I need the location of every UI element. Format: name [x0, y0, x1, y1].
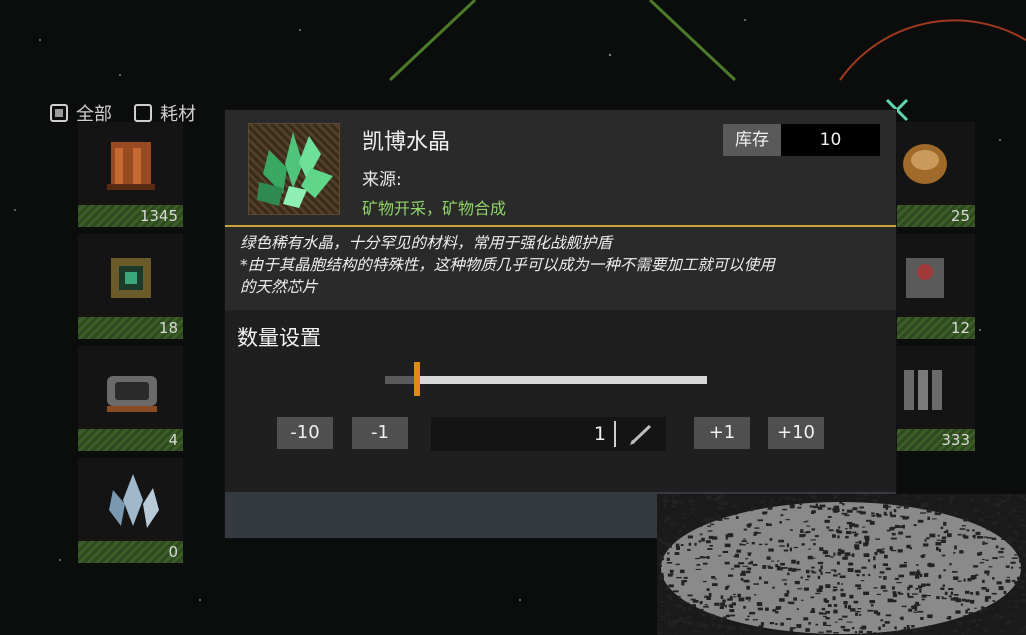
- inventory-slot[interactable]: 1345: [78, 122, 183, 227]
- stock-label: 库存: [723, 124, 781, 156]
- copper-ingot-icon: [107, 142, 155, 190]
- description-line: *由于其晶胞结构的特殊性，这种物质几乎可以成为一种不需要加工就可以使用: [240, 256, 775, 274]
- minus-1-button[interactable]: -1: [352, 417, 408, 449]
- minus-10-button[interactable]: -10: [277, 417, 333, 449]
- item-header: 凯博水晶 来源: 矿物开采，矿物合成 库存 10: [225, 110, 896, 227]
- item-count: 333: [895, 429, 975, 451]
- green-crystal-icon: [257, 132, 333, 208]
- metal-rods-icon: [904, 370, 942, 410]
- item-count: 4: [78, 429, 183, 451]
- inventory-slot[interactable]: 12: [895, 234, 975, 339]
- item-name: 凯博水晶: [362, 130, 451, 155]
- source-label: 来源:: [362, 170, 402, 190]
- inventory-slot[interactable]: 4: [78, 346, 183, 451]
- item-count: 12: [895, 317, 975, 339]
- quantity-slider-handle[interactable]: [414, 362, 421, 396]
- quantity-input[interactable]: 1: [431, 417, 666, 451]
- noise-overlay: [657, 494, 1026, 635]
- quantity-slider-track[interactable]: [385, 376, 707, 384]
- quantity-slider-fill: [385, 376, 418, 384]
- checkbox-icon[interactable]: [134, 104, 152, 122]
- inventory-slot[interactable]: 18: [78, 234, 183, 339]
- plus-10-button[interactable]: +10: [768, 417, 824, 449]
- item-detail-dialog: 凯博水晶 来源: 矿物开采，矿物合成 库存 10 绿色稀有水晶，十分罕见的材料，…: [225, 110, 896, 538]
- checkbox-icon[interactable]: [50, 104, 68, 122]
- quantity-panel: 数量设置 -10 -1 1 +1 +10: [225, 310, 896, 492]
- quantity-title: 数量设置: [237, 326, 321, 350]
- orange-orb-icon: [903, 144, 947, 184]
- item-count: 0: [78, 541, 183, 563]
- text-caret: [614, 421, 616, 447]
- description-line: 绿色稀有水晶，十分罕见的材料，常用于强化战舰护盾: [240, 234, 613, 252]
- item-description: 绿色稀有水晶，十分罕见的材料，常用于强化战舰护盾 *由于其晶胞结构的特殊性，这种…: [240, 232, 890, 298]
- description-line: 的天然芯片: [240, 278, 318, 296]
- stock-value: 10: [781, 124, 880, 156]
- inventory-slot[interactable]: 333: [895, 346, 975, 451]
- blue-crystal-icon: [109, 474, 159, 528]
- plus-1-button[interactable]: +1: [694, 417, 750, 449]
- item-count: 18: [78, 317, 183, 339]
- chip-icon: [111, 258, 151, 298]
- metal-plate-icon: [107, 376, 157, 412]
- pencil-icon[interactable]: [628, 423, 654, 445]
- quantity-value: 1: [593, 423, 606, 445]
- inventory-slot[interactable]: 0: [78, 458, 183, 563]
- engine-part-icon: [906, 258, 944, 298]
- item-count: 1345: [78, 205, 183, 227]
- item-count: 25: [895, 205, 975, 227]
- inventory-slot[interactable]: 25: [895, 122, 975, 227]
- item-portrait: [248, 123, 340, 215]
- source-value: 矿物开采，矿物合成: [362, 199, 507, 218]
